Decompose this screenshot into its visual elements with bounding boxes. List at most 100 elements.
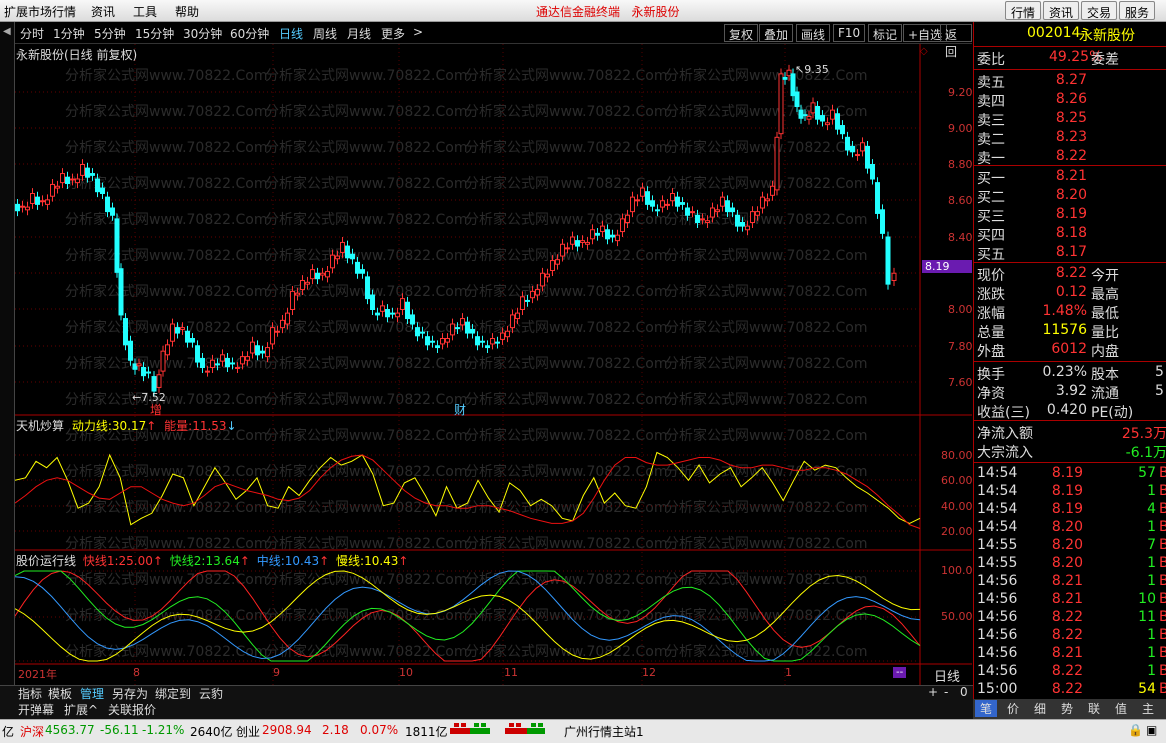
tab-save-as[interactable]: 另存为 [112, 685, 148, 702]
bid-price: 8.18 [1055, 225, 1087, 241]
candle-body [740, 222, 745, 227]
index1-name[interactable]: 沪深 [20, 723, 44, 740]
candle-body [310, 269, 315, 280]
menu-tools[interactable]: 工具 [133, 3, 157, 20]
menu-expand-market[interactable]: 扩展市场行情 [4, 3, 76, 20]
flow-label: 大宗流入 [977, 445, 1033, 461]
stock-code: 002014 [1027, 25, 1081, 41]
stat2-label-right: 流通 [1091, 386, 1119, 402]
related-quote-button[interactable]: 关联报价 [108, 701, 156, 718]
zoom-reset-button[interactable]: 0 [960, 685, 968, 699]
panel-tab-5[interactable]: 值 [1110, 700, 1132, 717]
draw-button[interactable]: 画线 [796, 24, 831, 42]
back-button[interactable]: 返回 [940, 24, 972, 59]
tab-15min[interactable]: 15分钟 [135, 25, 174, 42]
watermark-text: 分析家公式网www.70822.Com [265, 463, 467, 480]
tab-more[interactable]: 更多 [381, 25, 405, 42]
candle-body [225, 357, 230, 368]
tab-intraday[interactable]: 分时 [20, 25, 44, 42]
server-name[interactable]: 广州行情主站1 [564, 723, 644, 740]
chart-area[interactable]: 分析家公式网www.70822.Com 分析家公式网www.70822.Com 分析… [15, 44, 973, 685]
event-mark-finance[interactable]: 财 [454, 401, 466, 418]
tab-monthly[interactable]: 月线 [347, 25, 371, 42]
panel-tab-4[interactable]: 联 [1083, 700, 1105, 717]
watermark-text: 分析家公式网www.70822.Com [265, 571, 467, 588]
candle-body [200, 357, 205, 368]
index2-name[interactable]: 创业 [236, 723, 260, 740]
tab-indicator[interactable]: 指标 [18, 685, 42, 702]
tab-weekly[interactable]: 周线 [313, 25, 337, 42]
status-icon[interactable]: ▣ [1146, 723, 1157, 737]
date-label: 10 [399, 666, 413, 679]
tick-row: 14:54 8.19 57 B [977, 465, 1166, 484]
panel-tab-0[interactable]: 笔 [975, 700, 997, 717]
zoom-in-button[interactable]: + [928, 685, 938, 699]
price-tick: 8.40 [948, 231, 973, 244]
overlay-button[interactable]: 叠加 [759, 24, 794, 42]
candle-body [490, 338, 495, 345]
stat-value: 0.12 [1055, 284, 1087, 300]
panel-tab-2[interactable]: 细 [1029, 700, 1051, 717]
tick-volume: 11 [1138, 609, 1156, 625]
candle-body [620, 218, 625, 233]
candle-body [745, 225, 750, 231]
tab-daily[interactable]: 日线 [279, 25, 303, 42]
candle-body [560, 243, 565, 257]
f10-button[interactable]: F10 [833, 24, 866, 42]
candle-body [65, 176, 70, 185]
tab-bind-to[interactable]: 绑定到 [155, 685, 191, 702]
app-title: 通达信金融终端 永新股份 [536, 5, 680, 19]
chart-header: 永新股份(日线 前复权) [16, 48, 138, 62]
tab-manage[interactable]: 管理 [80, 685, 104, 702]
stock-name: 永新股份 [1079, 28, 1135, 44]
watermark-text: 分析家公式网www.70822.Com [665, 247, 867, 264]
danmu-toggle[interactable]: 开弹幕 [18, 701, 54, 718]
candle-body [655, 209, 660, 212]
chart-canvas[interactable]: 分析家公式网www.70822.Com分析家公式网www.70822.Com分析… [15, 44, 972, 685]
tab-yunbao[interactable]: 云豹 [199, 685, 223, 702]
zoom-out-button[interactable]: - [944, 685, 948, 699]
tab-5min[interactable]: 5分钟 [94, 25, 126, 42]
chart-settings-icon[interactable]: ◇ [920, 46, 928, 57]
expand-toggle[interactable]: 扩展^ [64, 701, 98, 718]
candle-body [160, 350, 166, 372]
candle-body [555, 259, 560, 265]
watermark-text: 分析家公式网www.70822.Com [665, 283, 867, 300]
tab-60min[interactable]: 60分钟 [230, 25, 269, 42]
tick-row: 14:56 8.22 1 B [977, 627, 1166, 646]
status-bar: 亿 沪深 4563.77 -56.11 -1.21% 2640亿 创业 2908… [0, 719, 1166, 743]
menu-help[interactable]: 帮助 [175, 3, 199, 20]
candle-body [136, 363, 142, 367]
mark-button[interactable]: 标记 [868, 24, 903, 42]
bid-row: 买五 8.17 [977, 244, 1165, 263]
lock-icon[interactable]: 🔒 [1128, 723, 1143, 737]
candle-body [185, 330, 190, 343]
event-mark-increase[interactable]: 增 [150, 401, 162, 418]
service-button[interactable]: 服务 [1119, 1, 1156, 20]
menu-news[interactable]: 资讯 [91, 3, 115, 20]
candle-body [880, 209, 885, 234]
panel-tab-1[interactable]: 价 [1002, 700, 1024, 717]
tab-template[interactable]: 模板 [48, 685, 72, 702]
candle-body [75, 178, 80, 184]
left-arrow-icon[interactable]: ◀ [3, 26, 11, 37]
adjust-button[interactable]: 复权 [724, 24, 759, 42]
watermark-text: 分析家公式网www.70822.Com [465, 283, 667, 300]
tab-30min[interactable]: 30分钟 [183, 25, 222, 42]
info-button[interactable]: 资讯 [1043, 1, 1080, 20]
tick-price: 8.21 [1051, 645, 1083, 661]
tab-1min[interactable]: 1分钟 [53, 25, 85, 42]
panel-tab-3[interactable]: 势 [1056, 700, 1078, 717]
quote-button[interactable]: 行情 [1005, 1, 1042, 20]
more-chevron-icon[interactable]: > [413, 25, 423, 39]
tick-row: 14:54 8.19 1 B [977, 483, 1166, 502]
trade-button[interactable]: 交易 [1081, 1, 1118, 20]
candle-body [245, 356, 250, 361]
price-tick: 8.00 [948, 303, 973, 316]
stat-row: 外盘 6012 内盘 [977, 341, 1165, 360]
candle-body [825, 122, 830, 126]
stat-value: 11576 [1042, 322, 1087, 338]
panel-tab-6[interactable]: 主 [1137, 700, 1159, 717]
stat-label-right: 内盘 [1091, 344, 1119, 360]
candle-body [460, 318, 465, 326]
